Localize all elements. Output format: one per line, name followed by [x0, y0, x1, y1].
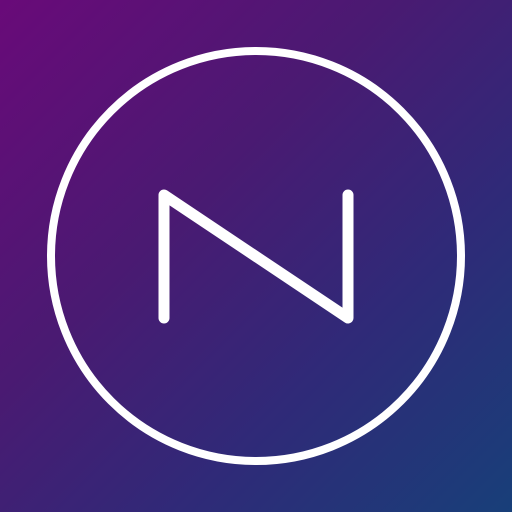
letter-n-stroke: [158, 189, 354, 324]
app-icon: [0, 0, 512, 512]
n-letter-logo-icon: [47, 47, 465, 465]
